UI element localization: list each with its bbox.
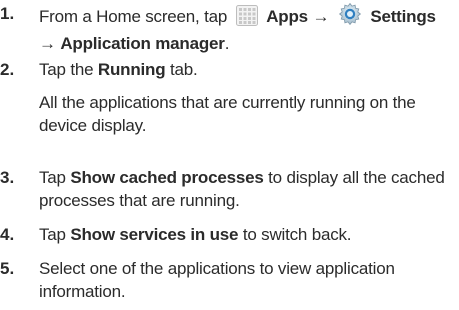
show-services-in-use-label: Show services in use (70, 225, 239, 244)
step-text-line-2: information. (39, 282, 126, 301)
step-number: 4. (0, 225, 15, 244)
arrow-icon: → (312, 7, 330, 26)
step-text-line-2: processes that are running. (39, 191, 240, 210)
step-text-prefix: Tap (39, 168, 66, 187)
step-text-end: . (224, 34, 230, 53)
settings-gear-icon (338, 2, 362, 32)
settings-label: Settings (370, 7, 436, 26)
instruction-list: 1. From a Home screen, tap Apps → Settin… (0, 0, 459, 310)
step-text-suffix: to switch back. (242, 225, 352, 244)
step-text-prefix: Tap (39, 225, 66, 244)
step-text-suffix: tab. (169, 60, 198, 79)
step-note-line-1: All the applications that are currently … (39, 93, 416, 112)
step-text: Tap Show services in use to switch back. (39, 223, 457, 246)
step-number: 1. (0, 4, 15, 23)
running-tab-label: Running (97, 60, 166, 79)
step-text-suffix: to display all the cached (268, 168, 445, 187)
apps-grid-icon (235, 5, 258, 32)
step-text: Tap Show cached processes to display all… (39, 166, 457, 212)
step-text: From a Home screen, tap Apps → Settings … (39, 2, 457, 55)
step-text: Tap the Running tab. All the application… (39, 58, 457, 137)
application-manager-label: Application manager (60, 34, 225, 53)
show-cached-processes-label: Show cached processes (70, 168, 264, 187)
step-number: 3. (0, 168, 15, 187)
step-note: All the applications that are currently … (39, 91, 457, 137)
apps-label: Apps (266, 7, 308, 26)
arrow-icon: → (39, 34, 56, 53)
step-text: Select one of the applications to view a… (39, 257, 457, 303)
step-note-line-2: device display. (39, 116, 147, 135)
step-text-prefix: Tap the (39, 60, 94, 79)
step-text-prefix: From a Home screen, tap (39, 7, 228, 26)
step-text-line-1: Select one of the applications to view a… (39, 259, 395, 278)
step-number: 2. (0, 60, 15, 79)
step-number: 5. (0, 259, 15, 278)
